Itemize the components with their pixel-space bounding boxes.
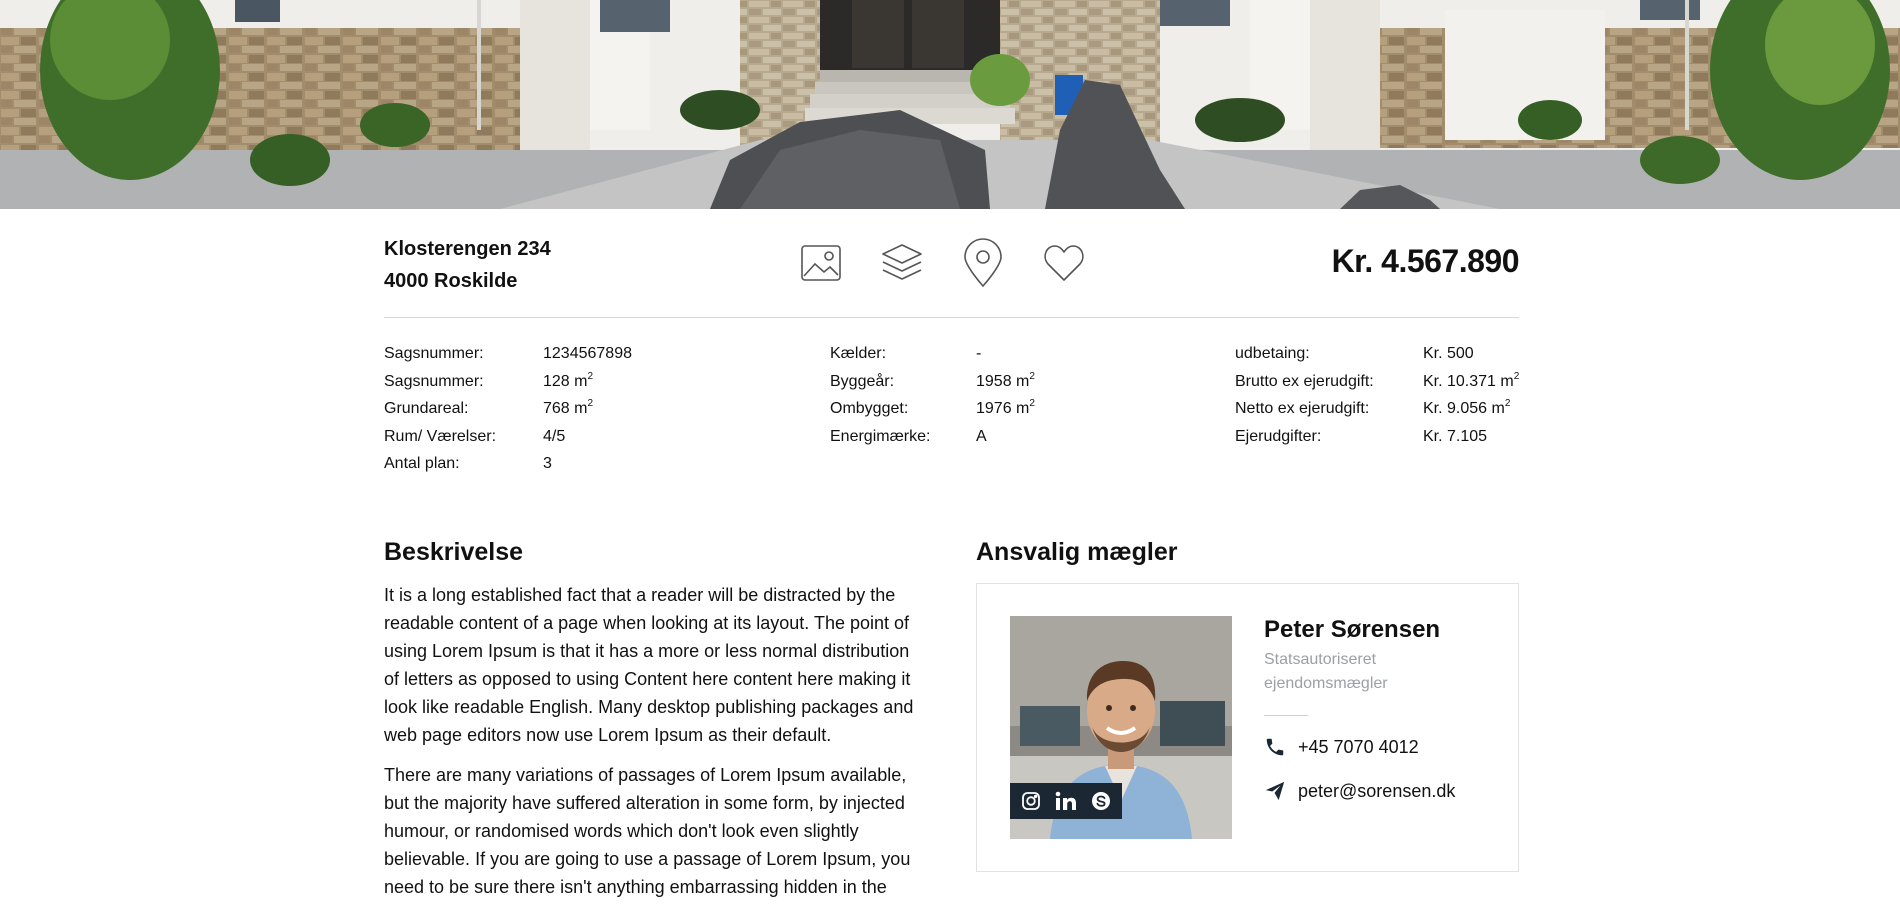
hero-image bbox=[0, 0, 1900, 209]
fact-value: 4/5 bbox=[543, 423, 565, 451]
heart-icon[interactable] bbox=[1042, 238, 1085, 288]
fact-row: Kælder: - bbox=[830, 340, 1035, 368]
fact-value-unit-exponent: 2 bbox=[587, 398, 594, 409]
property-city: 4000 Roskilde bbox=[384, 270, 518, 292]
fact-value: - bbox=[976, 340, 981, 368]
fact-row: Netto ex ejerudgift: Kr. 9.056 m2 bbox=[1235, 395, 1519, 423]
fact-value: 1976 m2 bbox=[976, 395, 1035, 423]
fact-value-text: Kr. 500 bbox=[1423, 345, 1474, 362]
property-price: Kr. 4.567.890 bbox=[1331, 243, 1520, 279]
agent-email[interactable]: peter@sorensen.dk bbox=[1264, 780, 1455, 802]
agent-email-address: peter@sorensen.dk bbox=[1298, 780, 1456, 801]
agent-photo bbox=[1010, 616, 1232, 839]
facts-column-3: udbetaing: Kr. 500 Brutto ex ejerudgift: Kr… bbox=[1235, 340, 1519, 450]
fact-label: Netto ex ejerudgift: bbox=[1235, 400, 1370, 417]
fact-value: 3 bbox=[543, 450, 552, 478]
fact-value-text: 1976 m bbox=[976, 400, 1030, 417]
fact-value: 1958 m2 bbox=[976, 368, 1035, 396]
fact-row: Ombygget: 1976 m2 bbox=[830, 395, 1035, 423]
description-paragraph: It is a long established fact that a rea… bbox=[384, 585, 914, 745]
fact-value: Kr. 10.371 m2 bbox=[1423, 368, 1519, 396]
fact-label: Rum/ Værelser: bbox=[384, 427, 497, 445]
facts-column-1: Sagsnummer: 1234567898 Sagsnummer: 128 m2 Gr… bbox=[384, 340, 632, 478]
fact-label: Sagsnummer: bbox=[384, 345, 484, 362]
fact-row: Sagsnummer: 1234567898 bbox=[384, 340, 632, 368]
fact-label: Byggeår: bbox=[830, 372, 895, 390]
fact-value-unit-exponent: 2 bbox=[587, 370, 594, 382]
fact-label: Energimærke: bbox=[830, 427, 931, 445]
fact-row: Ejerudgifter: Kr. 7.105 bbox=[1235, 423, 1519, 451]
fact-row: Grundareal: 768 m2 bbox=[384, 395, 632, 423]
agent-phone-number: +45 7070 4012 bbox=[1298, 736, 1419, 757]
fact-label: Kælder: bbox=[830, 345, 887, 362]
fact-value-unit-exponent: 2 bbox=[1029, 398, 1035, 409]
fact-row: Rum/ Værelser: 4/5 bbox=[384, 423, 632, 451]
fact-value-text: Kr. 9.056 m bbox=[1423, 400, 1505, 417]
fact-row: Byggeår: 1958 m2 bbox=[830, 368, 1035, 396]
fact-label: Ombygget: bbox=[830, 400, 909, 417]
agent-social-links bbox=[1010, 783, 1122, 819]
fact-value: 128 m2 bbox=[543, 368, 593, 396]
description-heading: Beskrivelse bbox=[384, 538, 524, 566]
linkedin-icon[interactable] bbox=[1054, 789, 1078, 813]
fact-value: Kr. 500 bbox=[1423, 340, 1474, 368]
fact-value-text: 1234567898 bbox=[543, 345, 632, 362]
fact-value-text: - bbox=[976, 345, 982, 362]
agent-name: Peter Sørensen bbox=[1264, 616, 1441, 643]
description-text: It is a long established fact that a rea… bbox=[384, 581, 924, 913]
fact-value: Kr. 9.056 m2 bbox=[1423, 395, 1510, 423]
fact-value: 1234567898 bbox=[543, 340, 632, 368]
facts-column-2: Kælder: - Byggeår: 1958 m2 Ombygget: 1976 m2 E… bbox=[830, 340, 1035, 450]
fact-value-text: A bbox=[976, 427, 987, 445]
fact-value-text: 1958 m bbox=[976, 372, 1030, 390]
fact-row: Energimærke: A bbox=[830, 423, 1035, 451]
agent-divider bbox=[1264, 715, 1308, 716]
description-paragraph: There are many variations of passages of… bbox=[384, 765, 911, 897]
property-street: Klosterengen 234 bbox=[384, 238, 551, 260]
fact-value-unit-exponent: 2 bbox=[1504, 398, 1511, 409]
instagram-icon[interactable] bbox=[1019, 789, 1043, 813]
fact-label: Ejerudgifter: bbox=[1235, 427, 1322, 445]
divider bbox=[384, 317, 1519, 318]
fact-value-unit-exponent: 2 bbox=[1513, 370, 1520, 382]
fact-row: udbetaing: Kr. 500 bbox=[1235, 340, 1519, 368]
phone-icon bbox=[1264, 736, 1286, 758]
fact-value-text: 4/5 bbox=[543, 427, 566, 445]
map-pin-icon[interactable] bbox=[961, 238, 1004, 288]
fact-value: 768 m2 bbox=[543, 395, 593, 423]
fact-label: Grundareal: bbox=[384, 400, 469, 417]
fact-value-text: Kr. 7.105 bbox=[1423, 427, 1488, 445]
property-address: Klosterengen 234 4000 Roskilde bbox=[384, 233, 551, 297]
fact-row: Sagsnummer: 128 m2 bbox=[384, 368, 632, 396]
agent-heading: Ansvalig mægler bbox=[976, 538, 1178, 566]
fact-label: Antal plan: bbox=[384, 455, 460, 472]
send-icon bbox=[1264, 780, 1286, 802]
fact-value-unit-exponent: 2 bbox=[1029, 370, 1035, 382]
property-actions bbox=[799, 238, 1085, 288]
skype-icon[interactable] bbox=[1089, 789, 1113, 813]
agent-card: Peter Sørensen Statsautoriseret ejendoms… bbox=[976, 583, 1519, 872]
fact-row: Brutto ex ejerudgift: Kr. 10.371 m2 bbox=[1235, 368, 1519, 396]
fact-value: Kr. 7.105 bbox=[1423, 423, 1487, 451]
fact-label: Sagsnummer: bbox=[384, 372, 484, 390]
fact-row: Antal plan: 3 bbox=[384, 450, 632, 478]
fact-value-text: 3 bbox=[543, 455, 552, 472]
layers-icon[interactable] bbox=[880, 238, 923, 288]
agent-title: Statsautoriseret ejendomsmægler bbox=[1264, 651, 1388, 692]
fact-label: udbetaing: bbox=[1235, 345, 1310, 362]
fact-value-text: 128 m bbox=[543, 372, 588, 390]
agent-phone[interactable]: +45 7070 4012 bbox=[1264, 736, 1419, 758]
fact-value-text: Kr. 10.371 m bbox=[1423, 372, 1514, 390]
fact-value: A bbox=[976, 423, 987, 451]
fact-label: Brutto ex ejerudgift: bbox=[1235, 372, 1374, 390]
image-icon[interactable] bbox=[799, 238, 842, 288]
fact-value-text: 768 m bbox=[543, 400, 588, 417]
